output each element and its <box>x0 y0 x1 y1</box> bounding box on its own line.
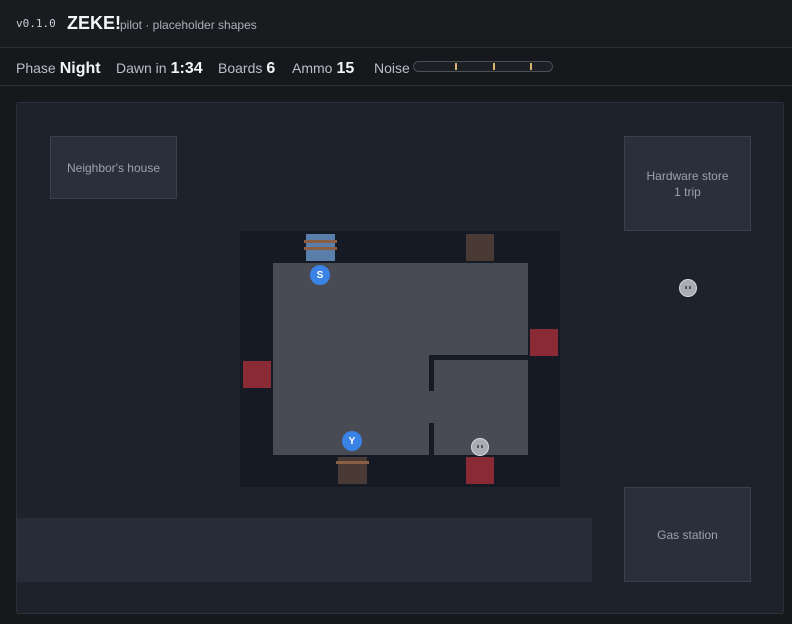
game-subtitle: pilot · placeholder shapes <box>120 18 257 32</box>
breached-window-south[interactable] <box>466 457 494 484</box>
noise-label: Noise <box>374 60 410 76</box>
board-plank <box>304 240 337 243</box>
noise-threshold-tick <box>455 63 458 70</box>
ammo-stat: Ammo 15 <box>292 58 354 78</box>
breached-window-east[interactable] <box>530 329 558 356</box>
phase-label: Phase <box>16 60 56 76</box>
boards-stat: Boards 6 <box>218 58 275 78</box>
player-token[interactable]: Y <box>342 431 362 451</box>
interior-wall <box>429 355 528 360</box>
ammo-count: 15 <box>336 60 355 77</box>
ammo-label: Ammo <box>292 60 333 76</box>
board-plank <box>304 247 337 250</box>
boards-count: 6 <box>266 60 276 77</box>
zombie[interactable] <box>471 438 489 456</box>
phase-value: Night <box>59 60 101 77</box>
noise-threshold-tick <box>492 63 495 70</box>
status-bar: Phase Night Dawn in 1:34 Boards 6 Ammo 15 No… <box>0 48 792 86</box>
game-map[interactable]: Neighbor's house Hardware store 1 trip G… <box>16 102 784 614</box>
neighbors-house-landmark[interactable]: Neighbor's house <box>50 136 177 199</box>
version-label: v0.1.0 <box>16 17 56 30</box>
interior-wall <box>429 423 434 455</box>
hardware-store-trips: 1 trip <box>674 184 701 199</box>
breached-window-west[interactable] <box>243 361 271 388</box>
noise-stat: Noise <box>374 58 410 77</box>
interior-wall <box>429 355 434 391</box>
survivor-token[interactable]: S <box>310 265 330 285</box>
dawn-label: Dawn in <box>116 60 167 76</box>
road <box>17 518 592 582</box>
gas-station-label: Gas station <box>657 527 718 542</box>
boarded-door-south[interactable] <box>336 457 369 484</box>
board-plank <box>336 461 369 464</box>
title-bar: v0.1.0 ZEKE! pilot · placeholder shapes <box>0 0 792 48</box>
neighbors-house-label: Neighbor's house <box>66 160 161 175</box>
window-north-east[interactable] <box>466 234 494 261</box>
hardware-store-name: Hardware store <box>646 168 729 183</box>
noise-meter <box>413 61 553 72</box>
dawn-stat: Dawn in 1:34 <box>116 58 203 78</box>
phase-stat: Phase Night <box>16 58 101 78</box>
boards-label: Boards <box>218 60 263 76</box>
zombie[interactable] <box>679 279 697 297</box>
boarded-window-north[interactable] <box>304 234 337 261</box>
dawn-timer: 1:34 <box>170 60 203 77</box>
noise-threshold-tick <box>529 63 532 70</box>
gas-station-landmark[interactable]: Gas station <box>624 487 751 582</box>
hardware-store-landmark[interactable]: Hardware store 1 trip <box>624 136 751 231</box>
game-title: ZEKE! <box>67 13 121 33</box>
hardware-store-label: Hardware store 1 trip <box>646 168 728 200</box>
